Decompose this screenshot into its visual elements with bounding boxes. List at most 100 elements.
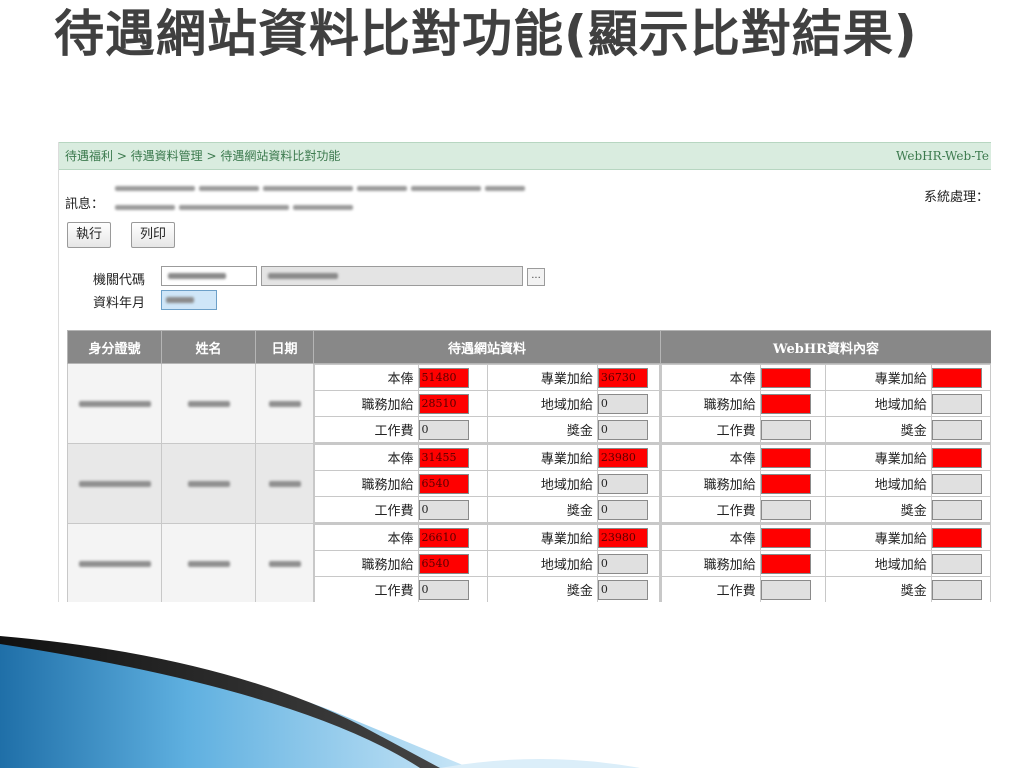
bonus-label: 獎金 (486, 416, 598, 443)
webhr-bonus-value[interactable] (931, 499, 982, 520)
header-webhr-data: WebHR資料內容 (660, 330, 991, 364)
site-regional-allowance-value[interactable]: 0 (597, 553, 648, 574)
name-cell (161, 363, 256, 444)
field-grid: 本俸 專業加給 職務加給 地域加給 工作費 獎金 (661, 524, 991, 602)
bonus-label: 獎金 (825, 496, 932, 523)
webhr-base-pay-value[interactable] (760, 367, 811, 388)
breadcrumb[interactable]: 待遇福利 > 待遇資料管理 > 待遇網站資料比對功能 (65, 143, 340, 169)
webhr-data-cell: 本俸 專業加給 職務加給 地域加給 工作費 獎金 (660, 363, 991, 444)
duty-allowance-label: 職務加給 (314, 390, 419, 417)
webhr-regional-allowance-value[interactable] (931, 393, 982, 414)
breadcrumb-bar: 待遇福利 > 待遇資料管理 > 待遇網站資料比對功能 WebHR-Web-Te (59, 142, 991, 170)
webhr-regional-allowance-value[interactable] (931, 473, 982, 494)
site-duty-allowance-value[interactable]: 28510 (418, 393, 469, 414)
name-cell (161, 443, 256, 524)
base-pay-label: 本俸 (661, 524, 761, 551)
date-cell (255, 523, 314, 602)
webhr-work-fee-value[interactable] (760, 579, 811, 600)
site-duty-allowance-value[interactable]: 6540 (418, 473, 469, 494)
professional-allowance-label: 專業加給 (486, 524, 598, 551)
webhr-professional-allowance-value[interactable] (931, 367, 982, 388)
site-work-fee-value[interactable]: 0 (418, 419, 469, 440)
webhr-base-pay-value[interactable] (760, 527, 811, 548)
table-row: 本俸 26610 專業加給 23980 職務加給 6540 地域加給 0 工作費 0 獎金 0 本… (67, 523, 991, 602)
base-pay-label: 本俸 (314, 444, 419, 471)
professional-allowance-label: 專業加給 (825, 444, 932, 471)
site-duty-allowance-value[interactable]: 6540 (418, 553, 469, 574)
site-bonus-value[interactable]: 0 (597, 419, 648, 440)
work-fee-label: 工作費 (314, 416, 419, 443)
webhr-duty-allowance-value[interactable] (760, 473, 811, 494)
execute-button[interactable]: 執行 (67, 222, 112, 248)
regional-allowance-label: 地域加給 (486, 550, 598, 577)
decorative-swoosh (0, 636, 640, 768)
agency-code-label: 機關代碼 (93, 273, 146, 288)
system-name: WebHR-Web-Te (896, 149, 989, 163)
duty-allowance-label: 職務加給 (314, 470, 419, 497)
webhr-data-cell: 本俸 專業加給 職務加給 地域加給 工作費 獎金 (660, 523, 991, 602)
webhr-professional-allowance-value[interactable] (931, 527, 982, 548)
site-professional-allowance-value[interactable]: 23980 (597, 527, 648, 548)
message-text-redacted (113, 178, 543, 210)
base-pay-label: 本俸 (661, 364, 761, 391)
professional-allowance-label: 專業加給 (825, 524, 932, 551)
base-pay-label: 本俸 (314, 364, 419, 391)
site-regional-allowance-value[interactable]: 0 (597, 393, 648, 414)
site-data-cell: 本俸 31455 專業加給 23980 職務加給 6540 地域加給 0 工作費 0 獎金 0 (313, 443, 661, 524)
duty-allowance-label: 職務加給 (661, 470, 761, 497)
regional-allowance-label: 地域加給 (825, 470, 932, 497)
date-cell (255, 363, 314, 444)
duty-allowance-label: 職務加給 (661, 390, 761, 417)
regional-allowance-label: 地域加給 (486, 390, 598, 417)
webhr-bonus-value[interactable] (931, 579, 982, 600)
name-cell (161, 523, 256, 602)
webhr-duty-allowance-value[interactable] (760, 553, 811, 574)
duty-allowance-label: 職務加給 (661, 550, 761, 577)
site-bonus-value[interactable]: 0 (597, 499, 648, 520)
site-professional-allowance-value[interactable]: 23980 (597, 447, 648, 468)
site-professional-allowance-value[interactable]: 36730 (597, 367, 648, 388)
agency-lookup-button[interactable]: ... (527, 268, 545, 286)
app-screenshot: 待遇福利 > 待遇資料管理 > 待遇網站資料比對功能 WebHR-Web-Te … (58, 142, 991, 602)
webhr-data-cell: 本俸 專業加給 職務加給 地域加給 工作費 獎金 (660, 443, 991, 524)
base-pay-label: 本俸 (314, 524, 419, 551)
professional-allowance-label: 專業加給 (486, 444, 598, 471)
work-fee-label: 工作費 (314, 496, 419, 523)
site-base-pay-value[interactable]: 31455 (418, 447, 469, 468)
webhr-work-fee-value[interactable] (760, 419, 811, 440)
duty-allowance-label: 職務加給 (314, 550, 419, 577)
slide-title: 待遇網站資料比對功能(顯示比對結果) (54, 5, 918, 63)
id-number-cell (67, 443, 162, 524)
site-bonus-value[interactable]: 0 (597, 579, 648, 600)
webhr-work-fee-value[interactable] (760, 499, 811, 520)
webhr-professional-allowance-value[interactable] (931, 447, 982, 468)
site-work-fee-value[interactable]: 0 (418, 499, 469, 520)
data-month-input[interactable] (161, 290, 217, 310)
field-grid: 本俸 26610 專業加給 23980 職務加給 6540 地域加給 0 工作費 0 獎金 0 (314, 524, 661, 602)
header-name: 姓名 (161, 330, 256, 364)
bonus-label: 獎金 (486, 496, 598, 523)
site-regional-allowance-value[interactable]: 0 (597, 473, 648, 494)
comparison-table: 身分證號 姓名 日期 待遇網站資料 WebHR資料內容 本俸 51480 專業加給 3… (67, 330, 991, 602)
site-data-cell: 本俸 26610 專業加給 23980 職務加給 6540 地域加給 0 工作費 0 獎金 0 (313, 523, 661, 602)
base-pay-label: 本俸 (661, 444, 761, 471)
field-grid: 本俸 31455 專業加給 23980 職務加給 6540 地域加給 0 工作費 0 獎金 0 (314, 444, 661, 523)
bonus-label: 獎金 (825, 576, 932, 602)
id-number-cell (67, 363, 162, 444)
webhr-bonus-value[interactable] (931, 419, 982, 440)
site-base-pay-value[interactable]: 26610 (418, 527, 469, 548)
bonus-label: 獎金 (825, 416, 932, 443)
system-process-label: 系統處理： (923, 190, 989, 205)
id-number-cell (67, 523, 162, 602)
header-id-number: 身分證號 (67, 330, 162, 364)
message-label: 訊息： (65, 197, 105, 212)
print-button[interactable]: 列印 (131, 222, 176, 248)
field-grid: 本俸 專業加給 職務加給 地域加給 工作費 獎金 (661, 364, 991, 443)
webhr-base-pay-value[interactable] (760, 447, 811, 468)
webhr-duty-allowance-value[interactable] (760, 393, 811, 414)
site-base-pay-value[interactable]: 51480 (418, 367, 469, 388)
regional-allowance-label: 地域加給 (825, 550, 932, 577)
webhr-regional-allowance-value[interactable] (931, 553, 982, 574)
site-work-fee-value[interactable]: 0 (418, 579, 469, 600)
agency-code-input[interactable] (161, 266, 257, 286)
